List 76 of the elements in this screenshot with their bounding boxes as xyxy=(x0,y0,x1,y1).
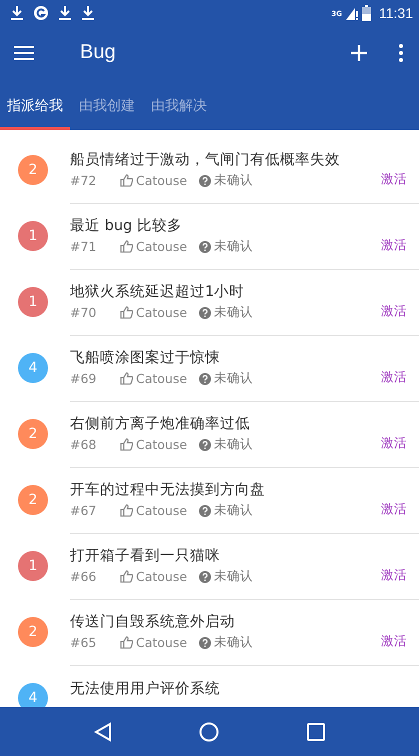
confirmation-status: 未确认 xyxy=(214,304,254,321)
tab[interactable]: 由我创建 xyxy=(72,80,142,130)
download-icon xyxy=(58,4,72,20)
thumb-icon xyxy=(120,504,133,517)
question-icon xyxy=(199,372,212,384)
bug-title: 无法使用用户评价系统 xyxy=(70,680,221,698)
question-icon xyxy=(199,636,212,648)
assignee: Catouse xyxy=(136,239,188,254)
priority-badge: 1 xyxy=(18,221,48,251)
thumb-icon xyxy=(120,174,133,187)
bug-id: #67 xyxy=(70,503,98,518)
confirmation-status: 未确认 xyxy=(214,238,254,255)
bug-id: #65 xyxy=(70,635,98,650)
bug-title: 船员情绪过于激动，气闸门有低概率失效 xyxy=(70,150,341,169)
assignee: Catouse xyxy=(136,437,188,452)
confirmation-status: 未确认 xyxy=(214,172,254,189)
priority-badge: 2 xyxy=(18,155,48,185)
download-icon xyxy=(81,4,95,20)
priority-badge: 2 xyxy=(18,617,48,647)
question-icon xyxy=(199,504,212,516)
priority-badge: 1 xyxy=(18,287,48,317)
priority-badge: 2 xyxy=(18,485,48,515)
confirmation-status: 未确认 xyxy=(214,436,254,453)
thumb-icon xyxy=(120,372,133,385)
signal-icon xyxy=(346,6,358,20)
thumb-icon xyxy=(120,306,133,319)
bug-id: #71 xyxy=(70,239,98,254)
question-icon xyxy=(199,306,212,318)
bug-title: 飞船喷涂图案过于惊悚 xyxy=(70,348,221,367)
confirmation-status: 未确认 xyxy=(214,370,254,387)
bug-title: 传送门自毁系统意外启动 xyxy=(70,612,236,631)
bug-title: 打开箱子看到一只猫咪 xyxy=(70,547,221,565)
thumb-icon xyxy=(120,240,133,253)
bug-id: #72 xyxy=(70,173,98,188)
status-label: 激活 xyxy=(381,369,407,386)
bug-id: #70 xyxy=(70,305,98,320)
priority-badge: 1 xyxy=(18,551,48,581)
thumb-icon xyxy=(120,438,133,451)
priority-badge: 2 xyxy=(18,419,48,449)
status-label: 激活 xyxy=(381,303,407,320)
thumb-icon xyxy=(120,636,133,649)
priority-badge: 4 xyxy=(18,353,48,383)
status-label: 激活 xyxy=(381,567,407,584)
bug-title: 最近 bug 比较多 xyxy=(70,217,183,235)
confirmation-status: 未确认 xyxy=(214,568,254,585)
bug-title: 开车的过程中无法摸到方向盘 xyxy=(70,480,266,499)
thumb-icon xyxy=(120,570,133,583)
app-title: Bug xyxy=(80,41,116,64)
assignee: Catouse xyxy=(136,173,188,188)
question-icon xyxy=(199,174,212,186)
tab[interactable]: 由我解决 xyxy=(144,80,214,130)
swirl-icon xyxy=(33,4,49,20)
assignee: Catouse xyxy=(136,635,188,650)
bug-id: #68 xyxy=(70,437,98,452)
assignee: Catouse xyxy=(136,569,188,584)
question-icon xyxy=(199,570,212,582)
battery-icon xyxy=(362,4,371,20)
bug-id: #66 xyxy=(70,569,98,584)
confirmation-status: 未确认 xyxy=(214,634,254,651)
bug-id: #69 xyxy=(70,371,98,386)
assignee: Catouse xyxy=(136,503,188,518)
question-icon xyxy=(199,240,212,252)
status-label: 激活 xyxy=(381,171,407,188)
clock: 11:31 xyxy=(379,4,413,20)
tab[interactable]: 指派给我 xyxy=(0,80,70,130)
bug-title: 右侧前方离子炮准确率过低 xyxy=(70,414,251,433)
status-label: 激活 xyxy=(381,435,407,452)
assignee: Catouse xyxy=(136,371,188,386)
status-label: 激活 xyxy=(381,633,407,650)
bug-title: 地狱火系统延迟超过1小时 xyxy=(70,283,246,301)
status-label: 激活 xyxy=(381,237,407,254)
question-icon xyxy=(199,438,212,450)
download-icon xyxy=(10,4,24,20)
status-label: 激活 xyxy=(381,501,407,518)
assignee: Catouse xyxy=(136,305,188,320)
confirmation-status: 未确认 xyxy=(214,502,254,519)
